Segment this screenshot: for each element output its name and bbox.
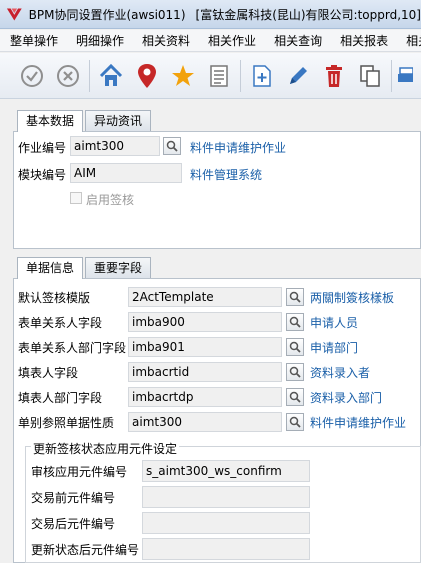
filler-dept-field-lookup-button[interactable] — [286, 388, 304, 406]
app-logo-icon — [6, 8, 22, 21]
location-button[interactable] — [129, 57, 165, 95]
default-sign-template-input[interactable]: 2ActTemplate — [128, 287, 282, 307]
filler-field-label: 填表人字段 — [18, 366, 79, 380]
job-code-label: 作业编号 — [18, 141, 67, 155]
menu-related-more[interactable]: 相关 — [396, 32, 421, 49]
title-bar: BPM协同设置作业(awsi011) [富钛金属科技(昆山)有限公司:toppr… — [0, 0, 421, 29]
menu-related-data[interactable]: 相关资料 — [132, 32, 198, 49]
module-code-label: 模块编号 — [18, 168, 67, 182]
pre-transaction-component-input[interactable] — [142, 486, 310, 508]
home-icon — [99, 63, 123, 86]
cancel-icon — [57, 64, 79, 87]
job-code-lookup-button[interactable] — [163, 137, 181, 155]
top-tab-strip: 基本数据 异动资讯 — [17, 110, 153, 132]
form-contact-dept-field-lookup-button[interactable] — [286, 338, 304, 356]
form-contact-dept-field-input[interactable]: imba901 — [128, 337, 282, 357]
toolbar-separator — [391, 59, 392, 92]
group-title: 更新签核状态应用元件设定 — [31, 440, 180, 457]
filler-field-lookup-button[interactable] — [286, 363, 304, 381]
form-contact-dept-field-label: 表单关系人部门字段 — [18, 341, 127, 355]
template-desc: 两關制簽核樣板 — [310, 291, 395, 305]
copy-button[interactable] — [352, 57, 388, 95]
post-status-component-input[interactable] — [142, 538, 310, 560]
enable-sign-checkbox[interactable] — [70, 192, 82, 204]
module-code-field[interactable]: AIM — [70, 163, 182, 183]
menu-related-query[interactable]: 相关查询 — [264, 32, 330, 49]
location-pin-icon — [138, 63, 156, 88]
search-icon — [289, 341, 301, 353]
enable-sign-label: 启用签核 — [86, 193, 135, 207]
cancel-button[interactable] — [50, 57, 86, 95]
add-button[interactable] — [244, 57, 280, 95]
pre-transaction-component-label: 交易前元件编号 — [31, 491, 116, 505]
home-button[interactable] — [93, 57, 129, 95]
job-code-field[interactable]: aimt300 — [70, 136, 160, 156]
confirm-button[interactable] — [14, 57, 50, 95]
copy-icon — [360, 64, 380, 87]
form-contact-field-lookup-button[interactable] — [286, 313, 304, 331]
company-info: [富钛金属科技(昆山)有限公司:topprd,10] — [195, 7, 421, 22]
print-button[interactable] — [395, 57, 415, 95]
doc-nature-desc: 料件申请维护作业 — [310, 416, 407, 430]
tab-important-fields[interactable]: 重要字段 — [85, 257, 152, 278]
window-title: BPM协同设置作业(awsi011) — [28, 7, 186, 22]
search-icon — [289, 416, 301, 428]
delete-button[interactable] — [316, 57, 352, 95]
filler-dept-desc: 资料录入部门 — [310, 391, 383, 405]
contact-dept-desc: 申请部门 — [310, 341, 359, 355]
toolbar-separator — [240, 59, 241, 92]
confirm-icon — [21, 64, 43, 87]
doc-nature-ref-lookup-button[interactable] — [286, 413, 304, 431]
confirm-component-label: 审核应用元件编号 — [31, 465, 128, 479]
list-icon — [210, 64, 228, 87]
menu-detail[interactable]: 明细操作 — [66, 32, 132, 49]
job-code-desc: 料件申请维护作业 — [190, 141, 287, 155]
filler-dept-field-label: 填表人部门字段 — [18, 391, 103, 405]
edit-icon — [290, 66, 307, 84]
list-button[interactable] — [201, 57, 237, 95]
filler-desc: 资料录入者 — [310, 366, 371, 380]
doc-nature-ref-label: 单别参照单据性质 — [18, 416, 115, 430]
search-icon — [289, 366, 301, 378]
post-transaction-component-input[interactable] — [142, 512, 310, 534]
search-icon — [289, 291, 301, 303]
search-icon — [166, 140, 178, 152]
menu-related-report[interactable]: 相关报表 — [330, 32, 396, 49]
menu-bar: 整单操作 明细操作 相关资料 相关作业 相关查询 相关报表 相关 — [0, 30, 421, 52]
filler-dept-field-input[interactable]: imbacrtdp — [128, 387, 282, 407]
post-status-component-label: 更新状态后元件编号 — [31, 543, 140, 557]
toolbar — [0, 53, 421, 99]
add-icon — [253, 64, 271, 87]
delete-icon — [326, 64, 342, 87]
contact-desc: 申请人员 — [310, 316, 359, 330]
toolbar-separator — [89, 59, 90, 92]
tab-document-info[interactable]: 单据信息 — [17, 257, 84, 279]
edit-button[interactable] — [280, 57, 316, 95]
tab-change-info[interactable]: 异动资讯 — [85, 110, 152, 131]
form-contact-field-label: 表单关系人字段 — [18, 316, 103, 330]
menu-whole-doc[interactable]: 整单操作 — [0, 32, 66, 49]
post-transaction-component-label: 交易后元件编号 — [31, 517, 116, 531]
filler-field-input[interactable]: imbacrtid — [128, 362, 282, 382]
menu-related-job[interactable]: 相关作业 — [198, 32, 264, 49]
default-sign-template-lookup-button[interactable] — [286, 288, 304, 306]
print-icon — [398, 66, 413, 82]
search-icon — [289, 316, 301, 328]
form-contact-field-input[interactable]: imba900 — [128, 312, 282, 332]
module-code-desc: 料件管理系统 — [190, 168, 263, 182]
favorite-button[interactable] — [165, 57, 201, 95]
search-icon — [289, 391, 301, 403]
star-icon — [172, 64, 194, 86]
doc-nature-ref-input[interactable]: aimt300 — [128, 412, 282, 432]
bottom-tab-strip: 单据信息 重要字段 — [17, 257, 153, 279]
confirm-component-input[interactable]: s_aimt300_ws_confirm — [142, 460, 310, 482]
tab-basic-data[interactable]: 基本数据 — [17, 110, 84, 132]
default-sign-template-label: 默认签核模版 — [18, 291, 91, 305]
